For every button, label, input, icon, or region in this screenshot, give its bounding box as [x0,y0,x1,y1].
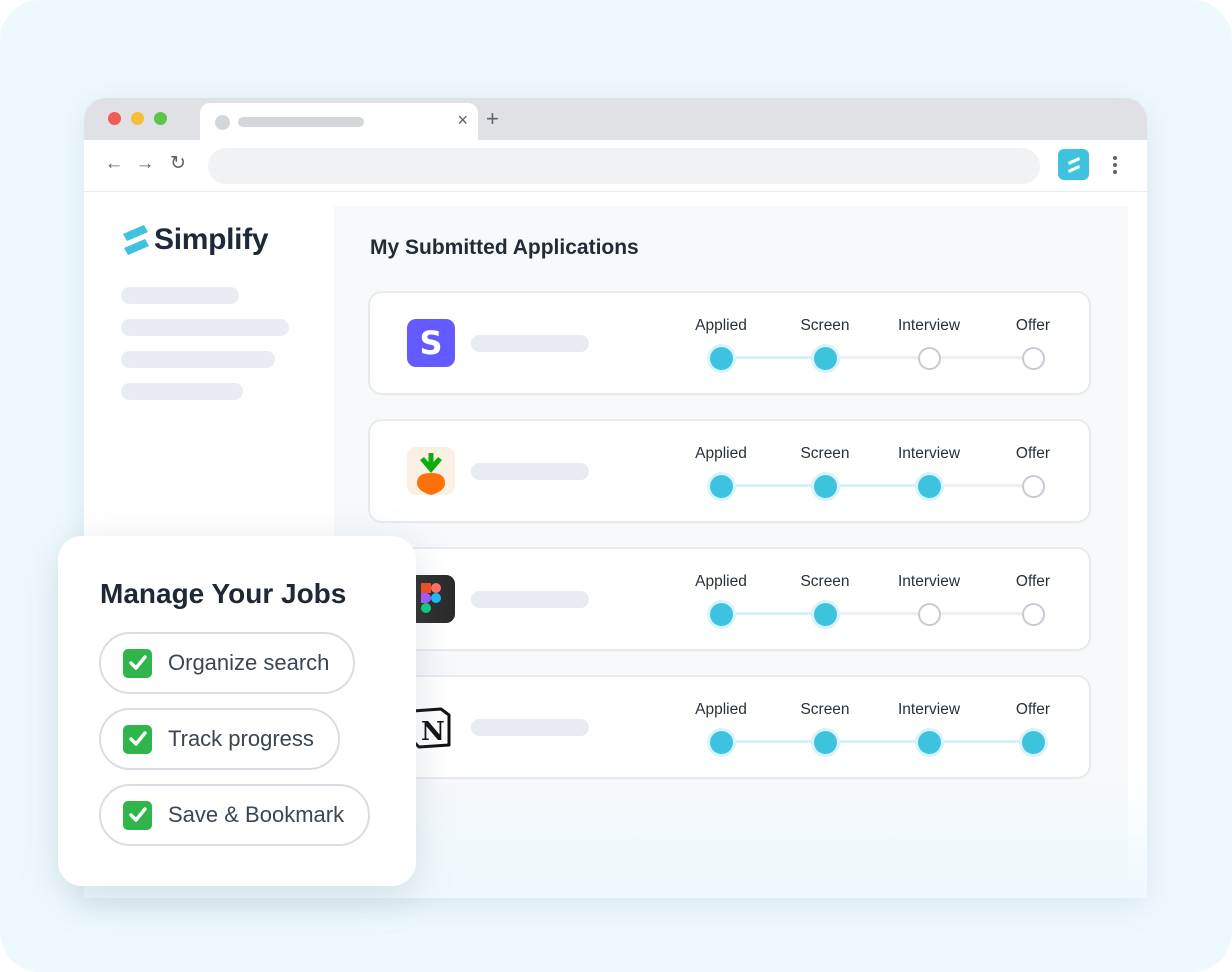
application-card[interactable]: S Applied Screen Interview Offer [368,291,1091,395]
browser-toolbar: ← → ↻ [84,140,1147,192]
company-name-placeholder [471,719,589,736]
stage-label-applied: Applied [695,573,747,590]
stage-label-interview: Interview [897,701,961,718]
simplify-extension-icon[interactable] [1058,149,1089,180]
progress-connector [722,740,1034,743]
check-box-icon [123,724,152,754]
close-window-button[interactable] [108,112,121,125]
sidebar-nav-placeholder[interactable] [121,351,275,368]
progress-connector [722,356,826,359]
feature-pill-label: Track progress [168,726,314,751]
stage-label-screen: Screen [800,445,850,462]
stage-node-offer [1022,731,1045,754]
stage-node-applied [710,731,733,754]
stage-label-applied: Applied [695,317,747,334]
tab-strip: × + [84,98,1147,140]
stage-node-screen [814,603,837,626]
stage-label-interview: Interview [897,573,961,590]
browser-tab[interactable]: × [200,103,478,140]
forward-arrow-icon[interactable]: → [135,154,155,174]
simplify-logo[interactable]: Simplify [122,222,269,258]
stage-label-offer: Offer [1015,573,1051,590]
address-bar[interactable] [208,148,1040,184]
stage-node-interview [918,603,941,626]
application-card[interactable]: Applied Screen Interview Offer [368,419,1091,523]
sidebar-nav-placeholder[interactable] [121,319,289,336]
stage-label-screen: Screen [800,701,850,718]
brand-name: Simplify [154,223,269,256]
page-title: My Submitted Applications [370,236,639,259]
stage-node-interview [918,347,941,370]
stage-label-offer: Offer [1015,445,1051,462]
feature-pill-organize-search[interactable]: Organize search [99,632,356,694]
stage-node-offer [1022,475,1045,498]
card-title: Manage Your Jobs [100,578,347,609]
feature-pill-save-bookmark[interactable]: Save & Bookmark [99,784,371,846]
company-name-placeholder [471,463,589,480]
simplify-logo-icon [123,225,149,255]
stage-node-interview [918,731,941,754]
feature-pill-track-progress[interactable]: Track progress [99,708,340,770]
instacart-logo [407,447,455,495]
reload-icon[interactable]: ↻ [168,154,188,174]
stage-node-screen [814,475,837,498]
stage-label-applied: Applied [695,701,747,718]
maximize-window-button[interactable] [154,112,167,125]
stage-node-offer [1022,603,1045,626]
stage-label-interview: Interview [897,445,961,462]
check-box-icon [123,800,152,830]
stage-node-applied [710,347,733,370]
check-box-icon [123,648,152,678]
sidebar-nav-placeholder[interactable] [121,287,239,304]
stage-label-screen: Screen [800,317,850,334]
progress-connector [722,612,826,615]
new-tab-icon[interactable]: + [486,108,499,130]
svg-text:N: N [421,717,445,747]
tab-title-placeholder [238,117,364,127]
company-name-placeholder [471,335,589,352]
progress-connector [930,484,1034,487]
stage-label-screen: Screen [800,573,850,590]
stage-label-applied: Applied [695,445,747,462]
feature-pill-label: Save & Bookmark [168,802,345,827]
company-name-placeholder [471,591,589,608]
feature-pill-label: Organize search [168,650,330,675]
application-card[interactable]: N Applied Screen Interview Offer [368,675,1091,779]
stage-label-offer: Offer [1015,701,1051,718]
manage-jobs-card: Manage Your Jobs Organize search Track p… [58,536,416,886]
tab-close-icon[interactable]: × [457,111,468,129]
minimize-window-button[interactable] [131,112,144,125]
applications-panel: My Submitted Applications S Applied Scre… [334,206,1128,898]
stage-node-offer [1022,347,1045,370]
stage-node-applied [710,475,733,498]
stage-node-screen [814,731,837,754]
application-card[interactable]: Applied Screen Interview Offer [368,547,1091,651]
sidebar-nav-placeholder[interactable] [121,383,243,400]
stripe-logo: S [407,319,455,367]
back-arrow-icon[interactable]: ← [104,154,124,174]
stage-node-interview [918,475,941,498]
stage-label-offer: Offer [1015,317,1051,334]
stage-node-applied [710,603,733,626]
stage-node-screen [814,347,837,370]
stage-label-interview: Interview [897,317,961,334]
tab-favicon-icon [215,115,230,130]
more-vertical-icon[interactable] [1108,154,1122,176]
